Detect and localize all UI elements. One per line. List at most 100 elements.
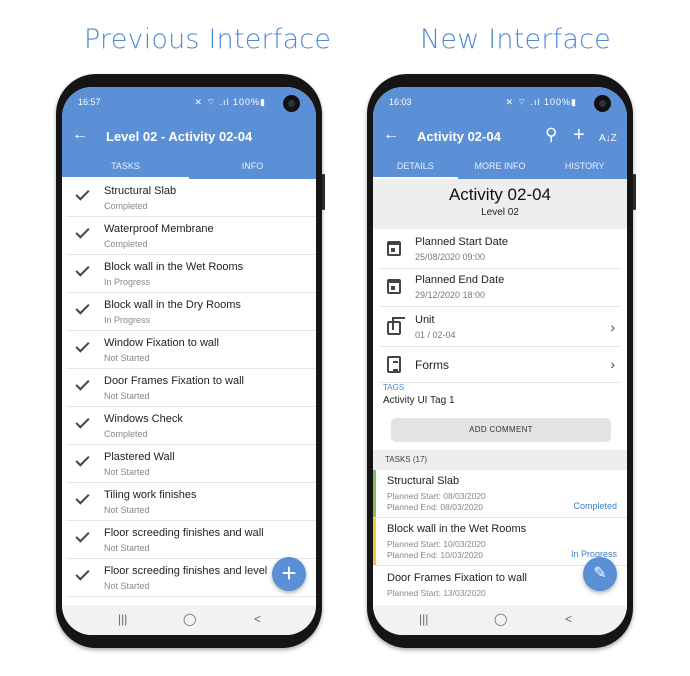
task-row[interactable]: Windows Check Completed [66,407,316,445]
planned-end-value: 29/12/2020 18:00 [415,290,486,300]
task-status: Completed [104,239,148,249]
phone-new: 16:03 ✕ ⌔ .ıl 100%▮ ← Activity 02-04 ⚲ +… [367,74,636,648]
nav-bar: ||| ◯ < [62,605,316,635]
tasks-header: TASKS (17) [373,450,627,470]
planned-end-row: Planned End Date 29/12/2020 18:00 [379,269,621,307]
task-row[interactable]: Plastered Wall Not Started [66,445,316,483]
task-row[interactable]: Tiling work finishes Not Started [66,483,316,521]
tags-value: Activity UI Tag 1 [383,395,455,406]
status-time: 16:03 [389,97,412,107]
check-icon [75,262,90,277]
back-nav-icon[interactable]: < [565,612,572,626]
check-icon [75,566,90,581]
planned-end-label: Planned End Date [415,274,505,286]
task-name: Structural Slab [387,475,460,487]
screen-previous: 16:57 ✕ ⌔ .ıl 100%▮ ← Level 02 - Activit… [62,87,316,635]
toolbar-title: Level 02 - Activity 02-04 [106,129,253,144]
activity-level: Level 02 [481,207,519,218]
add-task-button[interactable]: + [272,557,306,591]
add-comment-button[interactable]: ADD COMMENT [391,418,611,442]
task-name: Floor screeding finishes and wall [104,527,264,539]
edit-button[interactable]: ✎ [583,557,617,591]
tab-history[interactable]: HISTORY [542,155,627,179]
status-time: 16:57 [78,97,101,107]
task-status: Not Started [104,543,150,553]
tab-details[interactable]: DETAILS [373,155,458,179]
unit-value: 01 / 02-04 [415,330,456,340]
task-planned-start: Planned Start: 08/03/2020 [387,491,486,501]
status-icons: ✕ ⌔ .ıl 100%▮ [194,97,266,107]
activity-title: Activity 02-04 [448,185,552,204]
chevron-right-icon: › [610,356,615,372]
recents-icon[interactable]: ||| [419,612,428,626]
task-name: Block wall in the Wet Rooms [387,523,527,535]
unit-row[interactable]: Unit 01 / 02-04 › [379,307,621,347]
status-bar: 16:57 ✕ ⌔ .ıl 100%▮ [62,87,316,111]
task-status: Not Started [104,581,150,591]
calendar-icon [387,279,401,294]
planned-start-label: Planned Start Date [415,236,508,248]
back-nav-icon[interactable]: < [254,612,261,626]
check-icon [75,186,90,201]
task-row[interactable]: Structural Slab Completed [66,179,316,217]
task-planned-start: Planned Start: 13/03/2020 [387,588,486,598]
task-row[interactable]: Block wall in the Dry Rooms In Progress [66,293,316,331]
task-status: Completed [104,429,148,439]
status-icons: ✕ ⌔ .ıl 100%▮ [505,97,577,107]
task-name: Windows Check [104,413,183,425]
calendar-icon [387,241,401,256]
screen-new: 16:03 ✕ ⌔ .ıl 100%▮ ← Activity 02-04 ⚲ +… [373,87,627,635]
check-icon [75,376,90,391]
camera-icon [283,95,300,112]
tab-info[interactable]: INFO [189,155,316,179]
side-button [633,174,636,210]
task-name: Structural Slab [104,185,177,197]
add-icon[interactable]: + [573,125,585,145]
status-bar-in-progress [373,518,376,565]
task-row[interactable]: Block wall in the Wet Rooms In Progress [66,255,316,293]
back-arrow-icon[interactable]: ← [383,127,399,143]
check-icon [75,452,90,467]
home-icon[interactable]: ◯ [183,612,196,626]
task-row[interactable]: Door Frames Fixation to wall Not Started [66,369,316,407]
tab-more-info[interactable]: MORE INFO [458,155,543,179]
task-row[interactable]: Floor screeding finishes and wall Not Sta… [66,521,316,559]
sort-icon[interactable]: A↓Z [599,129,617,149]
task-row[interactable]: Waterproof Membrane Completed [66,217,316,255]
task-list: Structural Slab Completed Waterproof Memb… [62,179,316,597]
recents-icon[interactable]: ||| [118,612,127,626]
task-name: Tiling work finishes [104,489,197,501]
check-icon [75,224,90,239]
chevron-right-icon: › [610,319,615,335]
task-status: Not Started [104,467,150,477]
tab-bar: TASKS INFO [62,155,316,179]
plus-icon: + [281,558,297,588]
side-button [322,174,325,210]
app-bar: 16:57 ✕ ⌔ .ıl 100%▮ ← Level 02 - Activit… [62,87,316,179]
search-icon[interactable]: ⚲ [545,125,557,145]
home-icon[interactable]: ◯ [494,612,507,626]
task-planned-end: Planned End: 08/03/2020 [387,502,483,512]
task-status: In Progress [104,277,151,287]
forms-label: Forms [415,358,449,372]
task-item[interactable]: Structural Slab Planned Start: 08/03/202… [373,470,627,518]
tags-label: TAGS [383,383,405,392]
toolbar: ← Activity 02-04 ⚲ + A↓Z [373,123,627,151]
task-name: Plastered Wall [104,451,175,463]
app-bar: 16:03 ✕ ⌔ .ıl 100%▮ ← Activity 02-04 ⚲ +… [373,87,627,179]
task-name: Waterproof Membrane [104,223,214,235]
task-row[interactable]: Window Fixation to wall Not Started [66,331,316,369]
task-item[interactable]: Block wall in the Wet Rooms Planned Star… [373,518,627,566]
back-arrow-icon[interactable]: ← [72,127,88,143]
check-icon [75,414,90,429]
task-status: Not Started [104,353,150,363]
forms-row[interactable]: Forms › [379,347,621,383]
task-status: Completed [573,501,617,511]
task-planned-end: Planned End: 10/03/2020 [387,550,483,560]
unit-icon [387,317,405,335]
task-name: Window Fixation to wall [104,337,219,349]
task-status: In Progress [104,315,151,325]
tab-tasks[interactable]: TASKS [62,155,189,179]
tab-bar: DETAILS MORE INFO HISTORY [373,155,627,179]
activity-header: Activity 02-04 Level 02 [373,179,627,229]
